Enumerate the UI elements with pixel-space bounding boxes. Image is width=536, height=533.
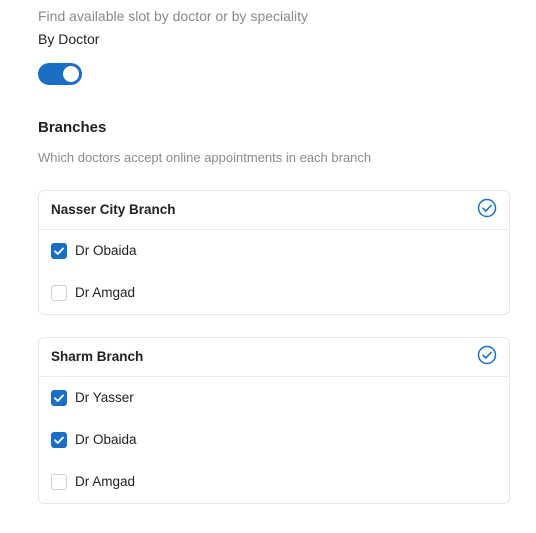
branch-card-header: Sharm Branch — [39, 338, 509, 377]
checkbox-checked[interactable] — [51, 432, 67, 448]
hint-text: Find available slot by doctor or by spec… — [38, 8, 309, 24]
doctor-row[interactable]: Dr Obaida — [39, 230, 509, 272]
branch-card-nasser-city: Nasser City Branch Dr Obaida Dr Amgad — [38, 190, 510, 315]
doctor-row[interactable]: Dr Obaida — [39, 419, 509, 461]
doctor-name: Dr Obaida — [75, 432, 137, 447]
toggle-knob — [63, 66, 79, 82]
branches-title: Branches — [38, 119, 107, 136]
check-circle-icon[interactable] — [477, 198, 497, 218]
doctor-name: Dr Amgad — [75, 285, 136, 300]
branch-card-header: Nasser City Branch — [39, 191, 509, 230]
checkmark-icon — [54, 394, 64, 402]
branch-name: Sharm Branch — [51, 349, 144, 364]
branch-name: Nasser City Branch — [51, 202, 176, 217]
checkbox-unchecked[interactable] — [51, 285, 67, 301]
doctor-name: Dr Obaida — [75, 243, 137, 258]
checkbox-checked[interactable] — [51, 243, 67, 259]
doctor-name: Dr Yasser — [75, 390, 134, 405]
branch-card-sharm: Sharm Branch Dr Yasser Dr Obaida Dr Amga… — [38, 337, 510, 504]
checkbox-unchecked[interactable] — [51, 474, 67, 490]
by-doctor-toggle[interactable] — [38, 63, 82, 85]
doctor-row[interactable]: Dr Amgad — [39, 461, 509, 503]
doctor-name: Dr Amgad — [75, 474, 136, 489]
doctor-row[interactable]: Dr Amgad — [39, 272, 509, 314]
checkmark-icon — [54, 436, 64, 444]
checkmark-icon — [54, 247, 64, 255]
mode-label: By Doctor — [38, 31, 100, 47]
check-circle-icon[interactable] — [477, 345, 497, 365]
doctor-row[interactable]: Dr Yasser — [39, 377, 509, 419]
branches-subtitle: Which doctors accept online appointments… — [38, 150, 372, 165]
checkbox-checked[interactable] — [51, 390, 67, 406]
